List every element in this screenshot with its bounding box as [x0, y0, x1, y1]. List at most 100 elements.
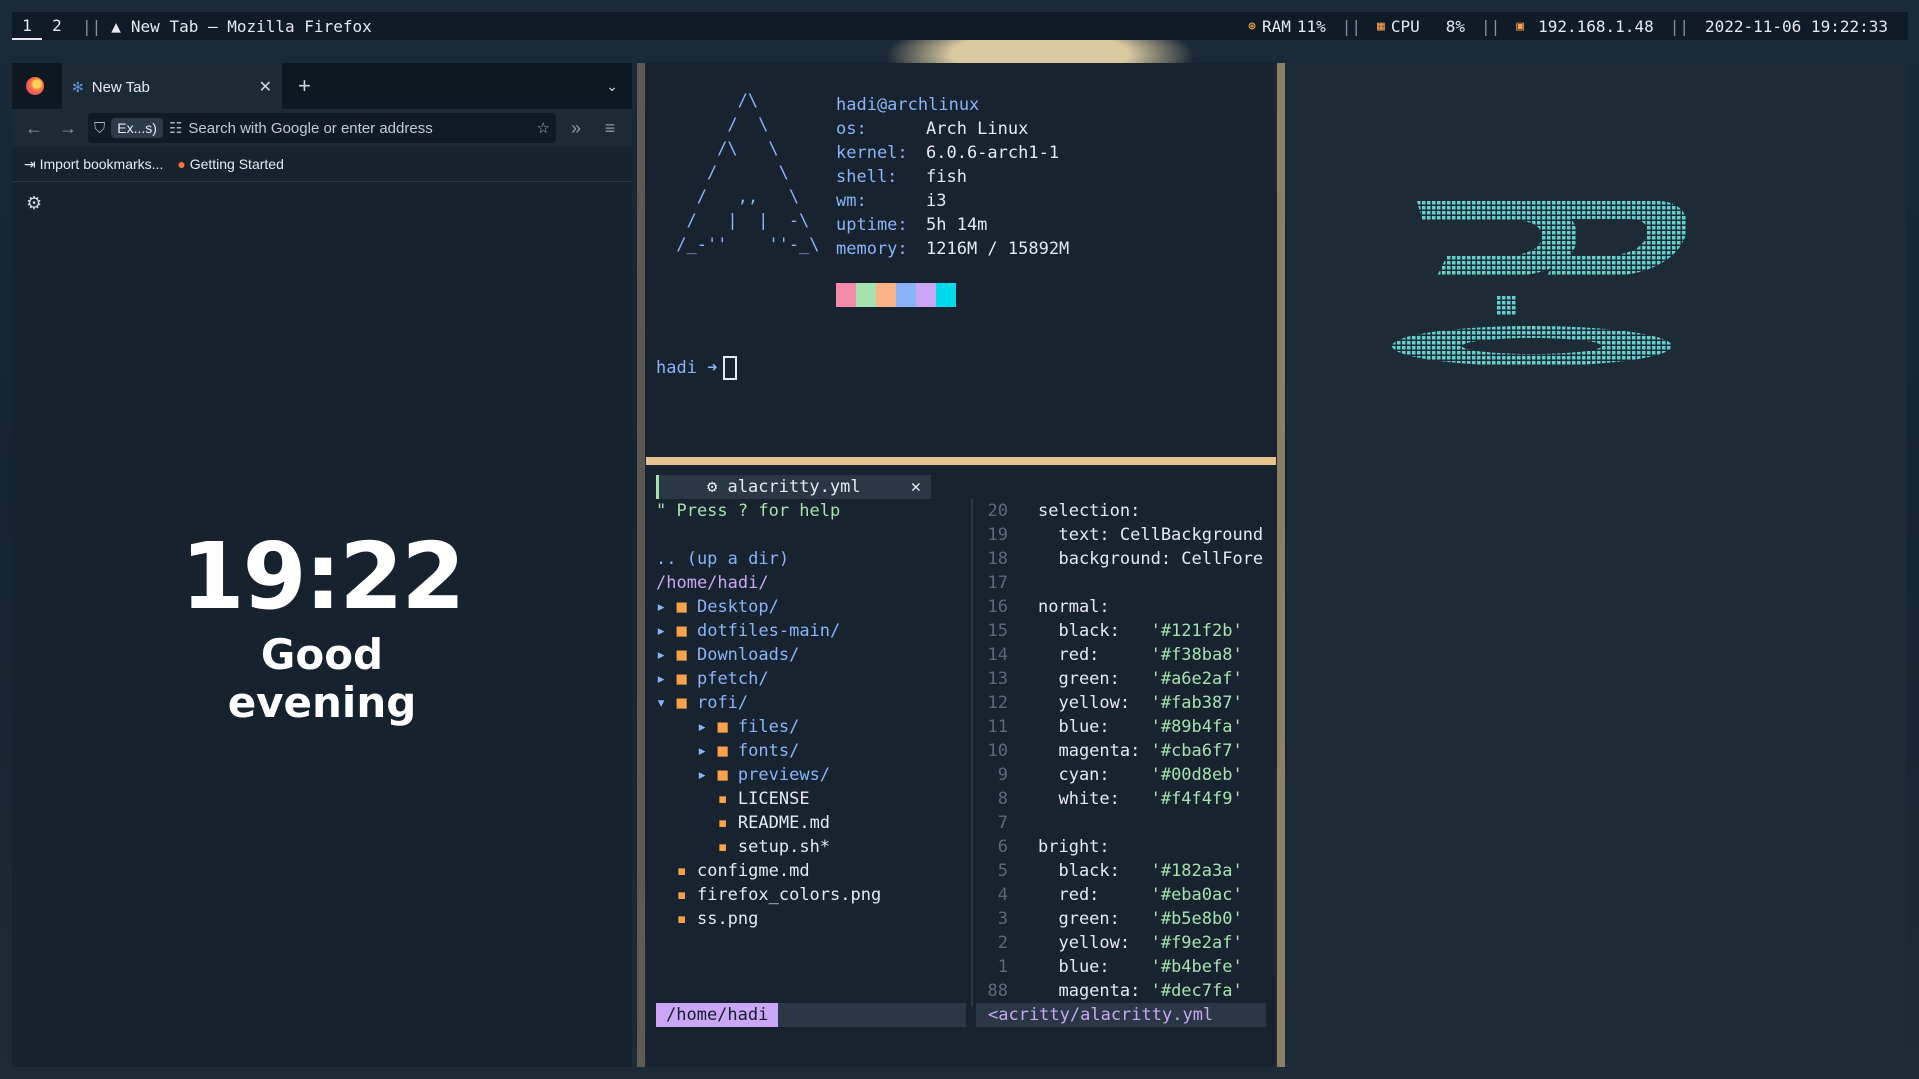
pfetch-row: os: Arch Linux	[836, 117, 1069, 141]
bar-status-group: ⊛ RAM 11% || ▦ CPU 8% || ▣ 192.168.1.48 …	[1248, 17, 1908, 36]
pfetch-value: fish	[926, 167, 967, 187]
terminal-pfetch[interactable]: /\ / \ /\ \ / \ / ,, \ / | | -\ /_-'' ''…	[646, 63, 1275, 456]
dvd-logo-icon	[1392, 201, 1687, 366]
code-line: 16 normal:	[976, 595, 1263, 619]
tree-item[interactable]: .. (up a dir)	[656, 547, 881, 571]
line-number: 14	[987, 645, 1008, 665]
new-tab-button[interactable]: +	[298, 73, 311, 99]
tree-item[interactable]: ▪ ss.png	[656, 907, 881, 931]
expand-arrow-icon[interactable]: ▸	[656, 621, 676, 641]
file-name: firefox_colors.png	[696, 885, 882, 905]
tree-item[interactable]: ▪ LICENSE	[656, 787, 881, 811]
wallpaper-streak	[646, 457, 1276, 465]
tree-item[interactable]: ▪ configme.md	[656, 859, 881, 883]
expand-arrow-icon[interactable]: ▸	[656, 645, 676, 665]
terminal-vim[interactable]: ⚙ alacritty.yml ✕ " Press ? for help .. (…	[646, 466, 1275, 1067]
bookmark-import[interactable]: ⇥ Import bookmarks...	[24, 156, 163, 173]
split-divider	[971, 499, 973, 1007]
back-button[interactable]: ←	[20, 118, 48, 139]
firefox-window: ✻ New Tab ✕ + ⌄ ← → ⛉ Ex...s) ☷ Search w…	[12, 63, 632, 1067]
url-input[interactable]: Search with Google or enter address	[188, 120, 530, 137]
tree-item[interactable]: ▸ ■ files/	[656, 715, 881, 739]
tree-item[interactable]: ▸ ■ Downloads/	[656, 643, 881, 667]
folder-icon: ■	[676, 597, 697, 617]
expand-arrow-icon[interactable]: ▸	[697, 717, 717, 737]
vim-tab[interactable]: ⚙ alacritty.yml ✕	[656, 475, 931, 499]
code-line: 14 red: '#f38ba8'	[976, 643, 1263, 667]
code-text: green:	[1038, 909, 1151, 929]
close-icon[interactable]: ✕	[911, 475, 921, 499]
tree-item[interactable]: ▪ setup.sh*	[656, 835, 881, 859]
extension-permission-button[interactable]: Ex...s)	[111, 118, 163, 138]
tree-item[interactable]: ▾ ■ rofi/	[656, 691, 881, 715]
code-line: 5 black: '#182a3a'	[976, 859, 1263, 883]
code-value: '#f4f4f9'	[1150, 789, 1243, 809]
app-menu-icon[interactable]: ≡	[596, 118, 624, 139]
tab-title: New Tab	[91, 78, 150, 96]
tree-item[interactable]: ▸ ■ pfetch/	[656, 667, 881, 691]
code-text: blue:	[1038, 957, 1151, 977]
code-buffer[interactable]: 20 selection: 19 text: CellBackground 18 ba…	[976, 499, 1264, 1003]
gear-icon: ⚙	[707, 477, 718, 497]
tree-item[interactable]: ▪ README.md	[656, 811, 881, 835]
expand-arrow-icon[interactable]: ▸	[656, 597, 676, 617]
expand-arrow-icon[interactable]: ▸	[656, 669, 676, 689]
nerdtree-panel[interactable]: " Press ? for help .. (up a dir)/home/had…	[656, 499, 881, 931]
tab-new-tab[interactable]: ✻ New Tab ✕	[62, 63, 282, 109]
file-icon: ▪	[676, 909, 697, 929]
code-line: 6 bright:	[976, 835, 1263, 859]
folder-icon: ■	[717, 741, 738, 761]
reader-settings-icon[interactable]: ☷	[169, 119, 182, 137]
expand-arrow-icon[interactable]: ▸	[697, 765, 717, 785]
code-text: yellow:	[1038, 933, 1151, 953]
code-line: 19 text: CellBackground	[976, 523, 1264, 547]
tree-item[interactable]: ▸ ■ fonts/	[656, 739, 881, 763]
pfetch-row: kernel: 6.0.6-arch1-1	[836, 141, 1069, 165]
expand-arrow-icon[interactable]: ▾	[656, 693, 676, 713]
bookmark-label: Getting Started	[189, 156, 284, 172]
tree-item[interactable]: /home/hadi/	[656, 571, 881, 595]
empty-window[interactable]	[1287, 63, 1907, 1067]
forward-button[interactable]: →	[54, 118, 82, 139]
code-value: '#cba6f7'	[1150, 741, 1243, 761]
line-number: 1	[997, 957, 1008, 977]
shell-prompt[interactable]: hadi ➜	[656, 356, 738, 380]
bookmark-getting-started[interactable]: ● Getting Started	[177, 156, 284, 172]
tree-item[interactable]: ▸ ■ dotfiles-main/	[656, 619, 881, 643]
url-bar[interactable]: ⛉ Ex...s) ☷ Search with Google or enter …	[88, 113, 556, 143]
workspace-2[interactable]: 2	[42, 12, 72, 40]
pfetch-info: hadi@archlinux os: Arch Linux kernel: 6.0.6…	[836, 93, 1069, 261]
code-text: normal:	[1038, 597, 1110, 617]
code-line: 17	[976, 571, 1263, 595]
code-value: '#182a3a'	[1150, 861, 1243, 881]
folder-name: Downloads/	[696, 645, 800, 665]
bookmark-star-icon[interactable]: ☆	[537, 119, 550, 137]
pfetch-value: Arch Linux	[926, 119, 1029, 139]
file-name: ss.png	[696, 909, 759, 929]
list-all-tabs-chevron-icon[interactable]: ⌄	[606, 78, 618, 95]
window-title: ▲ New Tab — Mozilla Firefox	[111, 17, 371, 36]
ip-address: 192.168.1.48	[1538, 16, 1654, 36]
gear-icon[interactable]: ⚙	[26, 193, 42, 214]
tree-item[interactable]: ▸ ■ Desktop/	[656, 595, 881, 619]
status-path: /home/hadi	[656, 1003, 779, 1027]
firefox-logo-icon[interactable]	[26, 77, 44, 95]
workspace-1[interactable]: 1	[12, 12, 42, 40]
code-text: magenta:	[1038, 741, 1151, 761]
code-line: 11 blue: '#89b4fa'	[976, 715, 1263, 739]
code-line: 12 yellow: '#fab387'	[976, 691, 1263, 715]
folder-icon: ■	[676, 621, 697, 641]
close-tab-icon[interactable]: ✕	[259, 77, 272, 97]
tree-item[interactable]: ▪ firefox_colors.png	[656, 883, 881, 907]
code-line: 3 green: '#b5e8b0'	[976, 907, 1263, 931]
shield-icon[interactable]: ⛉	[94, 120, 105, 137]
code-value: '#fab387'	[1150, 693, 1243, 713]
line-number: 5	[997, 861, 1008, 881]
code-text: green:	[1038, 669, 1151, 689]
pfetch-key: kernel:	[836, 143, 908, 163]
line-number: 8	[997, 789, 1008, 809]
code-text: white:	[1038, 789, 1151, 809]
tree-item[interactable]: ▸ ■ previews/	[656, 763, 881, 787]
expand-arrow-icon[interactable]: ▸	[697, 741, 717, 761]
overflow-chevron-icon[interactable]: »	[562, 118, 590, 139]
